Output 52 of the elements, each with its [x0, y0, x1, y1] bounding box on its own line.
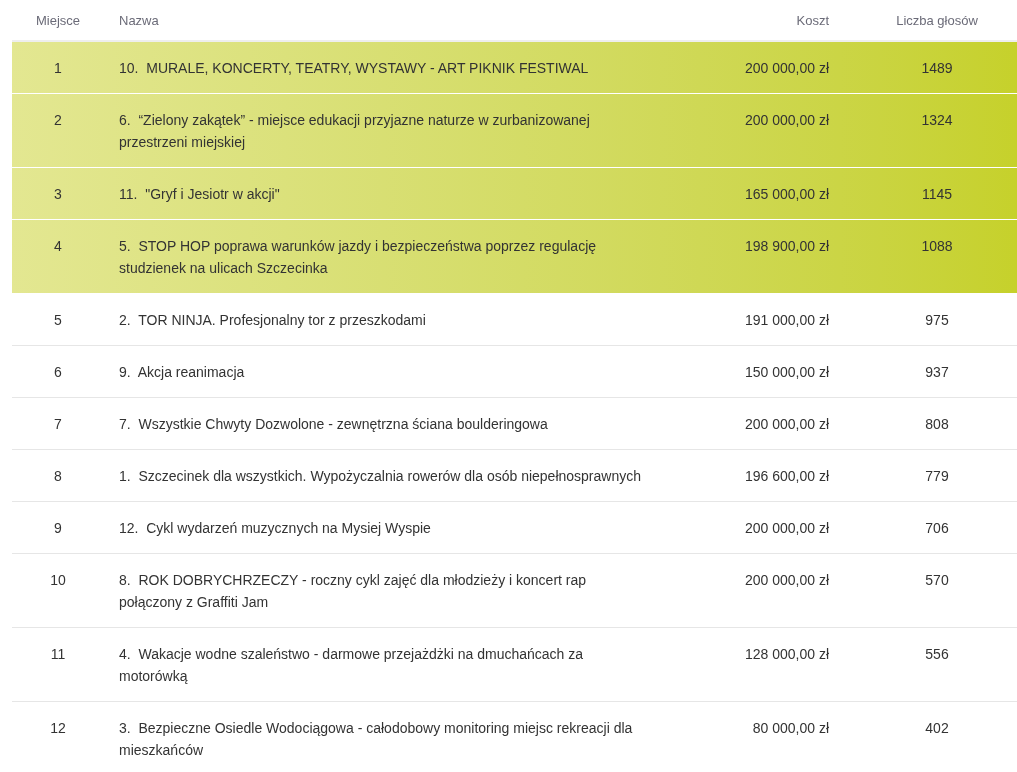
table-cell: 196 600,00 zł [744, 468, 829, 484]
table-cell: 200 000,00 zł [744, 416, 829, 432]
table-cell: 402 [925, 720, 949, 736]
table-cell: 1 [54, 60, 62, 76]
table-cell: 570 [925, 572, 949, 588]
table-cell: 10 [50, 572, 66, 588]
table-cell: 150 000,00 zł [744, 364, 829, 380]
table-cell: 8 [54, 468, 62, 484]
table-cell-text: 6. “Zielony zakątek” - miejsce edukacji przyjazne naturze w zurbanizowanej przestrzeni miejskiej [119, 112, 591, 150]
table-cell: 975 [925, 312, 949, 328]
table-cell: 4 [54, 238, 62, 254]
table-cell: 7. Wszystkie Chwyty Dozwolone - zewnętrzna ściana boulderingowa [119, 416, 548, 432]
table-cell-text: 5. STOP HOP poprawa warunków jazdy i bezpieczeństwa poprzez regulację studzienek na ulicach Szczecinka [119, 238, 598, 276]
table-cell: 808 [925, 416, 949, 432]
table-cell: 200 000,00 zł [744, 520, 829, 536]
column-header: Koszt [796, 13, 829, 28]
table-cell: 2 [54, 112, 62, 128]
column-header: Nazwa [119, 13, 159, 28]
table-cell: 80 000,00 zł [752, 720, 829, 736]
table-cell: 11 [50, 646, 66, 662]
table-cell: 10. MURALE, KONCERTY, TEATRY, WYSTAWY - ART PIKNIK FESTIWAL [119, 60, 589, 76]
table-cell: 12 [50, 720, 66, 736]
table-cell: 200 000,00 zł [744, 112, 829, 128]
table-cell: 198 900,00 zł [744, 238, 829, 254]
table-cell: 556 [925, 646, 949, 662]
table-cell-text: 3. Bezpieczne Osiedle Wodociągowa - całodobowy monitoring miejsc rekreacji dla mieszkańców [119, 720, 634, 758]
table-cell: 3 [54, 186, 62, 202]
table-cell: 9. Akcja reanimacja [119, 364, 245, 380]
table-cell: 5 [54, 312, 62, 328]
table-cell: 1489 [921, 60, 953, 76]
table-cell-text: 8. ROK DOBRYCHRZECZY - roczny cykl zajęć dla młodzieży i koncert rap połączony z Graffiti Jam [119, 572, 588, 610]
table-cell: 706 [925, 520, 949, 536]
table-cell: 6 [54, 364, 62, 380]
table-cell: 9 [54, 520, 62, 536]
table-cell: 779 [925, 468, 949, 484]
column-header: Miejsce [35, 13, 81, 28]
table-cell: 937 [925, 364, 949, 380]
table-cell: 1145 [921, 186, 953, 202]
table-cell: 1088 [921, 238, 953, 254]
table-cell-text: 4. Wakacje wodne szaleństwo - darmowe przejażdżki na dmuchańcach za motorówką [119, 646, 585, 684]
table-cell: 1. Szczecinek dla wszystkich. Wypożyczalnia rowerów dla osób niepełnosprawnych [119, 468, 641, 484]
table-cell: 200 000,00 zł [744, 60, 829, 76]
table-cell: 12. Cykl wydarzeń muzycznych na Mysiej Wyspie [119, 520, 431, 536]
column-header: Liczba głosów [896, 13, 978, 28]
table-cell: 191 000,00 zł [744, 312, 829, 328]
table-cell: 7 [54, 416, 62, 432]
table-cell: 165 000,00 zł [744, 186, 829, 202]
table-cell: 11. "Gryf i Jesiotr w akcji" [119, 186, 280, 202]
table-cell: 200 000,00 zł [744, 572, 829, 588]
table-cell: 128 000,00 zł [744, 646, 829, 662]
table-cell: 1324 [921, 112, 953, 128]
table-cell: 2. TOR NINJA. Profesjonalny tor z przeszkodami [119, 312, 426, 328]
